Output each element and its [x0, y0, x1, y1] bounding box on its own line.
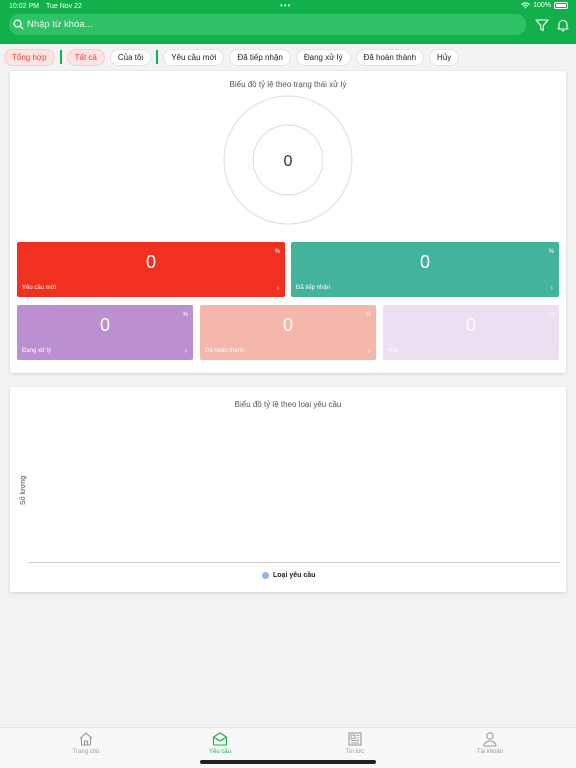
bell-icon[interactable] [556, 18, 570, 32]
tile-label: Đã hoàn thành [205, 348, 245, 354]
tile-value: 0 [419, 252, 430, 272]
battery-percent: 100% [533, 2, 551, 9]
tile-completed[interactable]: 0 % Đã hoàn thành › [200, 305, 376, 360]
nav-label: Trang chủ [72, 749, 100, 755]
filter-icon[interactable] [535, 18, 549, 32]
tab-summary[interactable]: Tổng hợp [4, 48, 55, 66]
tile-percent: % [365, 312, 371, 318]
tile-percent: % [548, 249, 554, 255]
mail-icon [212, 732, 228, 746]
chevron-right-icon: › [367, 348, 370, 355]
legend-label: Loại yêu cầu [273, 572, 316, 579]
user-icon [483, 732, 497, 747]
tile-label: Đã tiếp nhận [296, 285, 331, 291]
nav-requests[interactable]: Yêu cầu [180, 731, 260, 755]
nav-label: Tin tức [345, 749, 365, 755]
tab-all[interactable]: Tất cả [66, 48, 105, 66]
donut-total: 0 [283, 153, 293, 170]
nav-label: Yêu cầu [208, 749, 232, 755]
tile-new-requests[interactable]: 0 % Yêu cầu mới › [17, 242, 285, 297]
multitask-dots-icon[interactable]: ••• [280, 1, 291, 10]
chevron-right-icon: › [550, 348, 553, 355]
news-icon [348, 732, 362, 746]
search-bar[interactable] [9, 14, 526, 35]
tile-processing[interactable]: 0 % Đang xử lý › [17, 305, 193, 360]
nav-label: Tài khoản [476, 749, 504, 755]
y-axis-label: Số lượng [20, 475, 27, 505]
tile-percent: % [548, 312, 554, 318]
chart-legend[interactable]: Loại yêu cầu [262, 572, 315, 579]
tab-received[interactable]: Đã tiếp nhận [229, 48, 291, 66]
status-chart-title: Biểu đồ tỷ lệ theo trạng thái xử lý [229, 80, 347, 89]
tile-received[interactable]: 0 % Đã tiếp nhận › [291, 242, 559, 297]
tab-mine[interactable]: Của tôi [109, 48, 152, 66]
nav-news[interactable]: Tin tức [315, 731, 395, 755]
chevron-right-icon: › [184, 348, 187, 355]
tile-percent: % [182, 312, 188, 318]
tab-completed[interactable]: Đã hoàn thành [355, 48, 425, 66]
tab-divider [156, 50, 159, 64]
app-header: 10:02 PM Tue Nov 22 ••• 100% [0, 0, 576, 44]
tile-value: 0 [465, 315, 476, 335]
tab-processing[interactable]: Đang xử lý [295, 48, 351, 66]
search-input[interactable] [27, 19, 507, 30]
status-indicators: 100% [521, 2, 568, 9]
tab-cancelled[interactable]: Hủy [429, 48, 460, 66]
status-bar: 10:02 PM Tue Nov 22 ••• 100% [0, 0, 576, 13]
tile-value: 0 [282, 315, 293, 335]
status-time: 10:02 PM [9, 3, 39, 10]
tile-cancelled[interactable]: 0 % Hủy › [383, 305, 559, 360]
tab-new-requests[interactable]: Yêu cầu mới [163, 48, 225, 66]
x-axis-line [28, 562, 560, 563]
home-icon [79, 732, 93, 746]
tab-divider [59, 50, 62, 64]
type-chart-title: Biểu đồ tỷ lệ theo loại yêu cầu [234, 400, 342, 409]
chevron-right-icon: › [550, 285, 553, 292]
battery-icon [554, 2, 568, 9]
tile-value: 0 [99, 315, 110, 335]
tile-value: 0 [145, 252, 156, 272]
home-indicator[interactable] [200, 760, 376, 764]
nav-home[interactable]: Trang chủ [46, 731, 126, 755]
nav-account[interactable]: Tài khoản [450, 731, 530, 755]
tile-label: Yêu cầu mới [22, 285, 56, 291]
type-chart-card: Biểu đồ tỷ lệ theo loại yêu cầu Số lượng… [10, 387, 566, 592]
status-date: Tue Nov 22 [46, 3, 82, 10]
tile-percent: % [274, 249, 280, 255]
tile-label: Đang xử lý [22, 348, 52, 354]
status-chart-card: Biểu đồ tỷ lệ theo trạng thái xử lý 0 0 … [10, 71, 566, 373]
filter-tabs: Tổng hợp Tất cả Của tôi Yêu cầu mới Đã t… [4, 48, 464, 66]
search-icon [13, 19, 24, 30]
wifi-icon [521, 2, 530, 9]
tile-label: Hủy [388, 348, 399, 354]
chevron-right-icon: › [276, 285, 279, 292]
legend-dot [262, 572, 269, 579]
